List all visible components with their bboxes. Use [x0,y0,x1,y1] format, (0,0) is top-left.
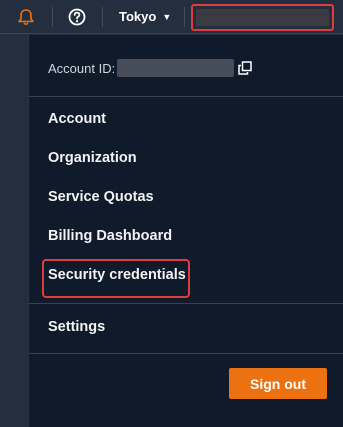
menu-divider [29,353,343,354]
sign-out-button[interactable]: Sign out [229,368,327,399]
menu-item-service-quotas[interactable]: Service Quotas [48,189,154,205]
account-menu-button[interactable] [191,4,334,31]
bell-icon[interactable] [16,8,36,26]
account-dropdown-menu: Account ID: Account Organization Service… [28,35,343,427]
redacted-account-name [196,9,329,26]
account-id-row: Account ID: [48,59,252,77]
menu-item-account[interactable]: Account [48,111,106,127]
menu-item-organization[interactable]: Organization [48,150,137,166]
redacted-account-id [117,59,235,77]
menu-item-billing-dashboard[interactable]: Billing Dashboard [48,228,172,244]
top-navigation-bar: Tokyo ▼ [0,0,343,34]
question-circle-icon[interactable] [68,8,86,26]
divider [102,7,103,27]
region-selector[interactable]: Tokyo ▼ [119,9,171,24]
menu-item-settings[interactable]: Settings [48,319,105,335]
background-panel [0,35,28,427]
divider [52,7,53,27]
copy-icon[interactable] [238,61,252,75]
region-label: Tokyo [119,9,157,24]
caret-down-icon: ▼ [162,11,172,22]
account-id-label: Account ID: [48,60,116,76]
menu-divider [29,303,343,304]
highlight-box [42,259,190,298]
menu-divider [29,96,343,97]
divider [184,7,185,27]
